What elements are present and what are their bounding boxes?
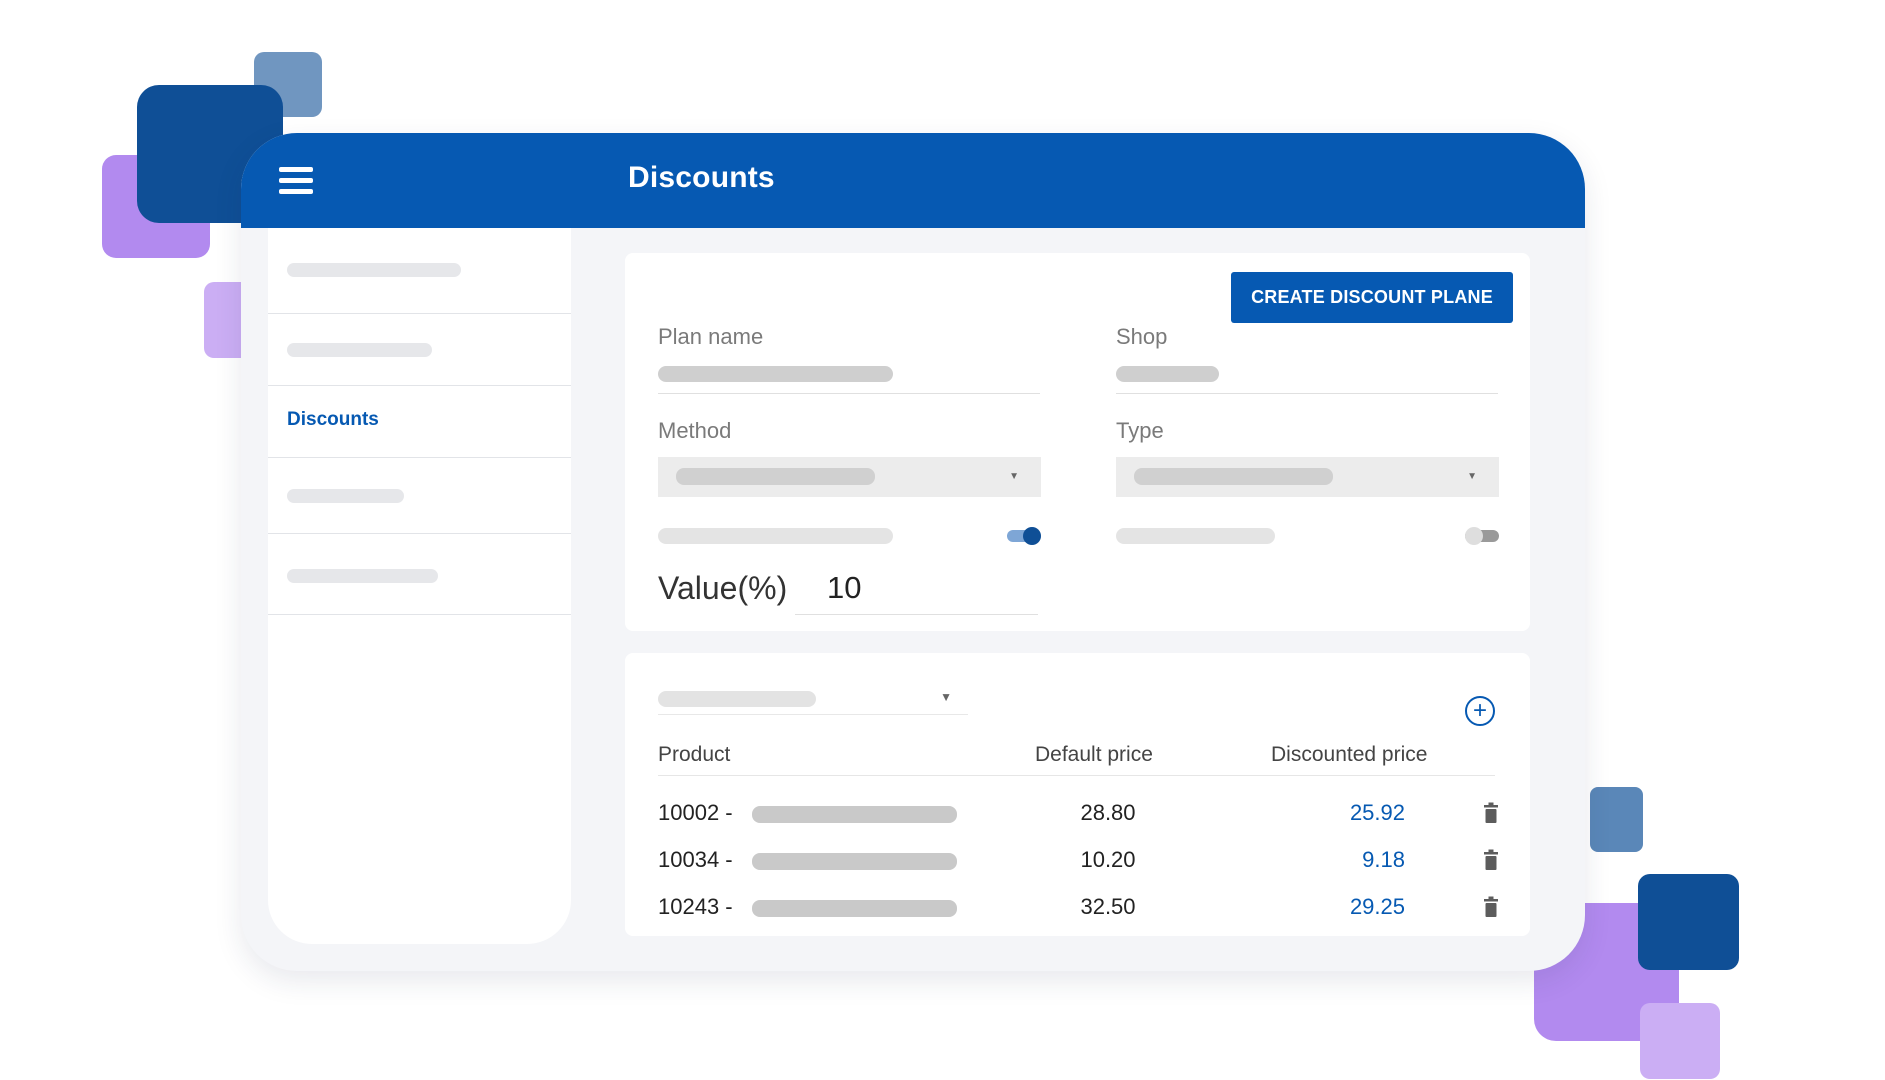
- default-price: 28.80: [1080, 800, 1136, 825]
- table-row: 10034 - 10.20 9.18: [625, 841, 1530, 881]
- shop-field[interactable]: [1116, 366, 1498, 394]
- table-row: 10243 - 32.50 29.25: [625, 888, 1530, 928]
- value-percent-label: Value(%): [658, 570, 788, 606]
- shop-placeholder: [1116, 366, 1219, 382]
- decorative-square: [1590, 787, 1643, 852]
- top-app-bar: Discounts: [241, 133, 1585, 228]
- type-label: Type: [1116, 418, 1164, 443]
- trash-icon[interactable]: [1483, 896, 1499, 918]
- method-select[interactable]: ▼: [658, 457, 1041, 497]
- default-price: 32.50: [1080, 894, 1136, 919]
- decorative-square: [1640, 1003, 1720, 1079]
- option-1-placeholder: [658, 528, 893, 544]
- sidebar-item-placeholder: [287, 489, 404, 503]
- sidebar-item-2[interactable]: [268, 314, 571, 386]
- page-title: Discounts: [628, 161, 775, 194]
- value-percent-text: 10: [827, 570, 862, 605]
- column-header-default-price: Default price: [1035, 743, 1153, 766]
- product-name-placeholder: [752, 900, 957, 917]
- plan-name-field[interactable]: [658, 366, 1040, 394]
- sidebar-item-5[interactable]: [268, 534, 571, 615]
- chevron-down-icon: ▼: [1467, 471, 1477, 482]
- type-select[interactable]: ▼: [1116, 457, 1499, 497]
- sidebar-item-4[interactable]: [268, 458, 571, 534]
- product-code: 10034 -: [658, 847, 733, 872]
- table-header-divider: [658, 775, 1495, 776]
- chevron-down-icon: ▼: [1009, 471, 1019, 482]
- sidebar-item-placeholder: [287, 343, 432, 357]
- sidebar-item-placeholder: [287, 569, 438, 583]
- method-label: Method: [658, 418, 732, 443]
- default-price: 10.20: [1080, 847, 1136, 872]
- type-select-placeholder: [1134, 468, 1333, 485]
- option-2-placeholder: [1116, 528, 1275, 544]
- plus-circle-icon[interactable]: +: [1465, 696, 1495, 726]
- discount-plan-form-card: CREATE DISCOUNT PLANE Plan name Shop Met…: [625, 253, 1530, 631]
- plan-name-label: Plan name: [658, 324, 764, 349]
- app-window: Discounts Discounts CREATE DISCOUNT PLAN…: [241, 133, 1585, 971]
- table-row: 10002 - 28.80 25.92: [625, 794, 1530, 834]
- trash-icon[interactable]: [1483, 849, 1499, 871]
- option-1-toggle[interactable]: [1007, 527, 1041, 545]
- product-code: 10243 -: [658, 894, 733, 919]
- toggle-knob: [1023, 527, 1041, 545]
- products-card: ▼ + Product Default price Discounted pri…: [625, 653, 1530, 936]
- value-percent-input[interactable]: 10: [795, 566, 1038, 615]
- sidebar-item-label: Discounts: [287, 409, 379, 430]
- product-name-placeholder: [752, 853, 957, 870]
- sidebar-item-1[interactable]: [268, 228, 571, 314]
- toggle-knob: [1465, 527, 1483, 545]
- chevron-down-icon: ▼: [940, 690, 952, 704]
- sidebar: Discounts: [268, 228, 571, 944]
- shop-label: Shop: [1116, 324, 1168, 349]
- hamburger-menu-icon[interactable]: [279, 167, 313, 195]
- sidebar-item-placeholder: [287, 263, 461, 277]
- product-filter-select[interactable]: ▼: [658, 687, 968, 715]
- option-2-toggle[interactable]: [1465, 527, 1499, 545]
- discounted-price: 29.25: [1349, 894, 1405, 919]
- decorative-square: [1638, 874, 1739, 970]
- create-discount-plan-button[interactable]: CREATE DISCOUNT PLANE: [1231, 272, 1513, 323]
- product-filter-placeholder: [658, 691, 816, 707]
- sidebar-item-discounts[interactable]: Discounts: [268, 386, 571, 458]
- product-name-placeholder: [752, 806, 957, 823]
- method-select-placeholder: [676, 468, 875, 485]
- trash-icon[interactable]: [1483, 802, 1499, 824]
- plan-name-placeholder: [658, 366, 893, 382]
- column-header-product: Product: [658, 743, 731, 766]
- discounted-price: 9.18: [1362, 847, 1405, 872]
- product-code: 10002 -: [658, 800, 733, 825]
- discounted-price: 25.92: [1349, 800, 1405, 825]
- column-header-discounted-price: Discounted price: [1271, 743, 1428, 766]
